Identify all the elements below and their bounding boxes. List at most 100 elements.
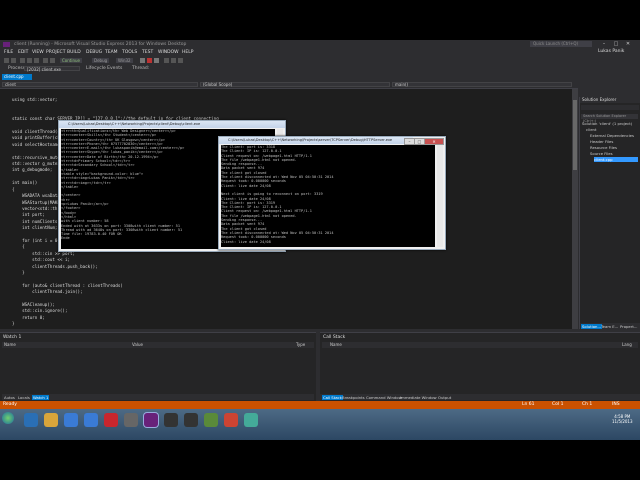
menu-file[interactable]: FILE <box>4 50 13 55</box>
console-close-icon[interactable]: ✕ <box>424 138 444 145</box>
step-into-icon[interactable] <box>164 58 169 63</box>
tree-resource-files[interactable]: Resource Files <box>590 145 617 150</box>
quick-launch-input[interactable]: Quick Launch (Ctrl+Q) <box>530 41 592 47</box>
callstack-header: Name Lang <box>322 342 638 348</box>
col-name[interactable]: Name <box>330 342 342 348</box>
col-name[interactable]: Name <box>4 342 16 348</box>
start-button[interactable] <box>2 412 14 424</box>
server-console-output: The Client: port is: 3318 The Client: IP … <box>221 145 435 247</box>
tab-output[interactable]: Output <box>438 395 451 400</box>
solution-explorer: Solution 'client' (1 project) client Ext… <box>579 97 640 329</box>
menu-bar: FILE EDIT VIEW PROJECT BUILD DEBUG TEAM … <box>0 49 640 56</box>
tab-watch1[interactable]: Watch 1 <box>32 395 50 400</box>
watch-title: Watch 1 <box>3 335 22 340</box>
platform-select[interactable]: Win32 <box>116 58 133 63</box>
callstack-title: Call Stack <box>323 335 346 340</box>
tab-breakpoints[interactable]: Breakpoints <box>342 395 365 400</box>
menu-tools[interactable]: TOOLS <box>122 50 137 55</box>
tab-immediate-window[interactable]: Immediate Window <box>400 395 437 400</box>
open-icon[interactable] <box>27 58 32 63</box>
step-over-icon[interactable] <box>171 58 176 63</box>
tree-header-files[interactable]: Header Files <box>590 139 613 144</box>
stop-icon[interactable] <box>147 58 152 63</box>
tab-properties[interactable]: Propert... <box>620 324 637 329</box>
tab-locals[interactable]: Locals <box>18 395 30 400</box>
tree-external-deps[interactable]: External Dependencies <box>590 133 634 138</box>
col-value[interactable]: Value <box>132 342 143 348</box>
menu-test[interactable]: TEST <box>142 50 153 55</box>
debug-location-bar: Process: [2032] client.exe Lifecycle Eve… <box>0 65 640 72</box>
chrome-icon[interactable] <box>64 413 78 427</box>
project-select[interactable]: client <box>2 82 198 87</box>
visual-studio-icon[interactable] <box>144 413 158 427</box>
toolbar: Continue Debug Win32 <box>0 56 640 65</box>
close-icon[interactable]: ✕ <box>624 41 632 47</box>
forward-icon[interactable] <box>11 58 16 63</box>
status-mode: INS <box>612 402 620 407</box>
editor-scroll-thumb[interactable] <box>573 100 577 170</box>
save-icon[interactable] <box>34 58 39 63</box>
step-out-icon[interactable] <box>178 58 183 63</box>
undo-icon[interactable] <box>43 58 48 63</box>
tree-source-files[interactable]: Source Files <box>590 151 613 156</box>
menu-edit[interactable]: EDIT <box>18 50 28 55</box>
minimize-icon[interactable]: – <box>600 41 608 47</box>
pause-icon[interactable] <box>140 58 145 63</box>
menu-view[interactable]: VIEW <box>32 50 44 55</box>
server-console-window[interactable]: C:\Users\Lukas\Desktop\C++\Networking\Pr… <box>218 136 446 250</box>
menu-window[interactable]: WINDOW <box>158 50 179 55</box>
tab-call-stack[interactable]: Call Stack <box>322 395 343 400</box>
member-select[interactable]: main() <box>392 82 572 87</box>
maximize-icon[interactable]: □ <box>612 41 620 47</box>
server-console-title: C:\Users\Lukas\Desktop\C++\Networking\Pr… <box>219 137 413 144</box>
menu-team[interactable]: TEAM <box>105 50 118 55</box>
back-icon[interactable] <box>4 58 9 63</box>
user-name[interactable]: Lukas Panik <box>598 49 624 54</box>
tab-client-cpp[interactable]: client.cpp <box>2 74 32 80</box>
menu-project[interactable]: PROJECT <box>46 50 65 55</box>
title-bar: client (Running) - Microsoft Visual Stud… <box>0 40 640 49</box>
console-app-icon[interactable] <box>164 413 178 427</box>
taskbar-clock[interactable]: 4:58 PM 11/5/2013 <box>612 414 633 424</box>
ie-icon[interactable] <box>24 413 38 427</box>
tab-command-window[interactable]: Command Window <box>366 395 402 400</box>
status-col: Col 1 <box>552 402 564 407</box>
vs-window: client (Running) - Microsoft Visual Stud… <box>0 40 640 440</box>
client-console-title: C:\Users\Lukas\Desktop\C++\Networking\Pr… <box>59 121 285 128</box>
explorer-icon[interactable] <box>44 413 58 427</box>
new-file-icon[interactable] <box>20 58 25 63</box>
console-app-icon-2[interactable] <box>184 413 198 427</box>
lifecycle-label[interactable]: Lifecycle Events <box>86 66 122 71</box>
watch-header: Name Value Type <box>2 342 314 348</box>
col-type[interactable]: Type <box>296 342 305 348</box>
app-icon-2[interactable] <box>204 413 218 427</box>
redo-icon[interactable] <box>50 58 55 63</box>
skype-icon[interactable] <box>84 413 98 427</box>
config-select[interactable]: Debug <box>92 58 110 63</box>
continue-button[interactable]: Continue <box>60 58 82 63</box>
menu-help[interactable]: HELP <box>182 50 193 55</box>
clock-date: 11/5/2013 <box>612 419 633 424</box>
menu-debug[interactable]: DEBUG <box>86 50 102 55</box>
tab-autos[interactable]: Autos <box>4 395 15 400</box>
status-ch: Ch 1 <box>582 402 593 407</box>
menu-build[interactable]: BUILD <box>67 50 81 55</box>
app-icon-3[interactable] <box>224 413 238 427</box>
windows-taskbar <box>0 409 640 440</box>
tab-team-explorer[interactable]: Team E... <box>601 324 618 329</box>
col-lang[interactable]: Lang <box>622 342 632 348</box>
watch-tabs: Autos Locals Watch 1 <box>2 394 314 400</box>
process-select[interactable]: [2032] client.exe <box>24 66 80 72</box>
tree-client-cpp[interactable]: client.cpp <box>594 157 638 162</box>
vs-logo-icon <box>3 42 10 47</box>
app-icon-4[interactable] <box>244 413 258 427</box>
tab-solution[interactable]: Solution... <box>581 324 603 329</box>
server-console-scrollbar[interactable] <box>437 145 443 247</box>
app-icon[interactable] <box>124 413 138 427</box>
tree-project[interactable]: client <box>586 127 596 132</box>
solution-search-input[interactable]: Search Solution Explorer (Ctrl+;) <box>581 114 638 123</box>
opera-icon[interactable] <box>104 413 118 427</box>
scope-select[interactable]: (Global Scope) <box>200 82 390 87</box>
status-text: Ready <box>3 402 17 407</box>
restart-icon[interactable] <box>154 58 159 63</box>
